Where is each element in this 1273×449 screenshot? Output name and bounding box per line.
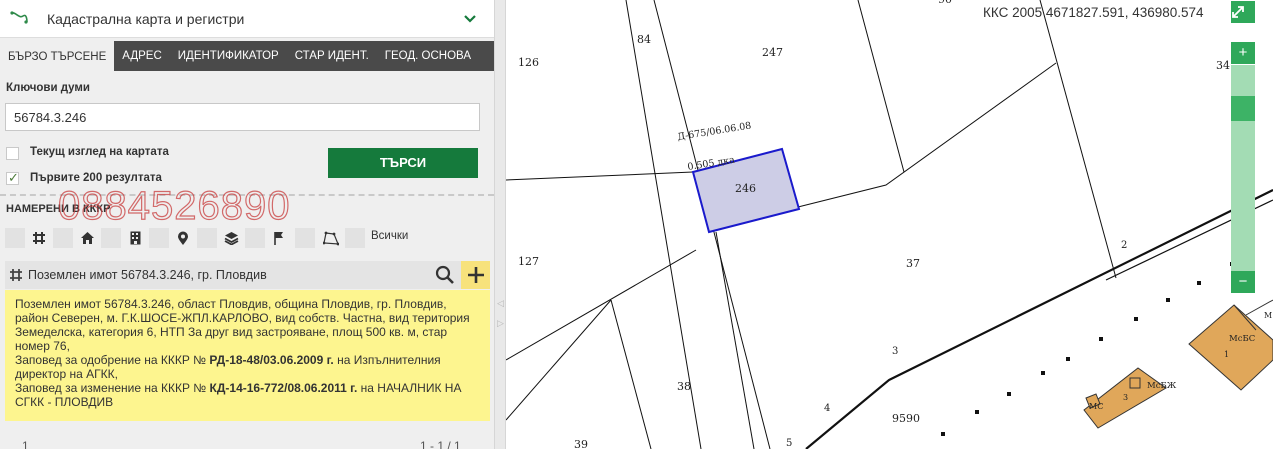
change-prefix: Заповед за изменение на КККР № (15, 381, 207, 395)
result-item-header[interactable]: Поземлен имот 56784.3.246, гр. Пловдив (5, 261, 490, 289)
map-label: 90 (938, 0, 952, 6)
layers-icon[interactable] (221, 228, 241, 248)
map-label: 4 (824, 403, 830, 414)
first-200-checkbox[interactable]: ✓ (6, 170, 19, 185)
parcel-description: Поземлен имот 56784.3.246, област Пловди… (15, 297, 470, 353)
grid-icon (10, 269, 22, 281)
flag-icon[interactable] (269, 228, 289, 248)
plus-icon (467, 267, 484, 283)
filter-toggle[interactable] (295, 228, 315, 248)
filter-all-label[interactable]: Всички (371, 230, 408, 242)
collapse-left-icon[interactable]: ◁ (497, 298, 504, 309)
result-details-card: Поземлен имот 56784.3.246, област Пловди… (5, 290, 490, 421)
map-label: 3 (1123, 393, 1128, 402)
filter-toggle[interactable] (53, 228, 73, 248)
expand-right-icon[interactable]: ▷ (497, 318, 504, 329)
pager-range: 1 - 1 / 1 (420, 439, 461, 449)
map-canvas[interactable]: 90 84 247 126 34 246 127 37 2 3 38 4 959… (506, 0, 1273, 449)
pager-page[interactable]: 1 (22, 439, 29, 449)
zoom-slider-thumb[interactable] (1231, 96, 1255, 121)
current-view-checkbox[interactable] (6, 147, 19, 160)
approval-prefix: Заповед за одобрение на КККР № (15, 353, 207, 367)
first-200-label: Първите 200 резултата (30, 172, 162, 184)
map-label: МС (1089, 402, 1103, 411)
map-label: 127 (518, 255, 539, 268)
map-label: 2 (1121, 240, 1127, 251)
zoom-out-button[interactable]: − (1231, 271, 1255, 293)
tab-geodetic-base[interactable]: ГЕОД. ОСНОВА (377, 41, 479, 71)
map-label: МсБЖ (1147, 381, 1177, 391)
layer-title: Кадастрална карта и регистри (47, 11, 245, 27)
layer-header[interactable]: Кадастрална карта и регистри (0, 0, 494, 38)
add-result-button[interactable] (461, 261, 490, 289)
tab-identifier[interactable]: ИДЕНТИФИКАТОР (170, 41, 287, 71)
search-button[interactable]: ТЪРСИ (328, 148, 478, 178)
fullscreen-button[interactable] (1231, 1, 1255, 23)
tab-quick-search[interactable]: БЪРЗО ТЪРСЕНЕ (0, 41, 115, 71)
zoom-to-result-button[interactable] (430, 261, 460, 289)
map-label: 84 (637, 33, 651, 46)
building-icon[interactable] (77, 228, 97, 248)
filter-toggle[interactable] (197, 228, 217, 248)
filter-toggle[interactable] (345, 228, 365, 248)
expand-icon (1232, 6, 1244, 18)
filter-toggle[interactable] (101, 228, 121, 248)
polygon-icon[interactable] (321, 228, 341, 248)
map-label: Д-675/06.06.08 (677, 120, 752, 143)
layer-route-icon (10, 11, 28, 24)
map-label: 3 (892, 346, 898, 357)
apartment-icon[interactable] (125, 228, 145, 248)
building-polygon[interactable] (1188, 304, 1273, 391)
map-label: 1 (1224, 350, 1229, 359)
pin-icon[interactable] (173, 228, 193, 248)
tab-address[interactable]: АДРЕС (114, 41, 170, 71)
map-label: 9590 (892, 412, 920, 425)
map-label: 5 (786, 438, 792, 449)
map-label: 39 (574, 438, 588, 449)
filter-toggle[interactable] (5, 228, 25, 248)
phone-watermark: 0884526890 (57, 183, 291, 228)
map-label: 126 (518, 56, 539, 69)
checkmark-icon: ✓ (8, 170, 19, 185)
search-tabs: БЪРЗО ТЪРСЕНЕ АДРЕС ИДЕНТИФИКАТОР СТАР И… (0, 41, 494, 71)
result-item-title[interactable]: Поземлен имот 56784.3.246, гр. Пловдив (28, 268, 267, 282)
tab-old-identifier[interactable]: СТАР ИДЕНТ. (287, 41, 377, 71)
keywords-label: Ключови думи (6, 82, 91, 94)
coordinates-readout: ККС 2005 4671827.591, 436980.574 (983, 5, 1204, 20)
grid-icon[interactable] (29, 228, 49, 248)
change-order-number: КД-14-16-772/08.06.2011 г. (209, 381, 358, 395)
chevron-down-icon[interactable] (462, 10, 478, 26)
cadastral-map[interactable]: 90 84 247 126 34 246 127 37 2 3 38 4 959… (506, 0, 1273, 449)
current-view-label: Текущ изглед на картата (30, 146, 169, 158)
map-label: М (1264, 311, 1272, 320)
approval-order-number: РД-18-48/03.06.2009 г. (209, 353, 334, 367)
search-icon (435, 265, 454, 284)
map-label: 247 (762, 46, 783, 59)
map-label: 38 (677, 380, 691, 393)
filter-toggle[interactable] (149, 228, 169, 248)
map-label: МсБС (1229, 334, 1255, 344)
keywords-input[interactable] (5, 103, 480, 131)
sidebar-collapse-handle[interactable]: ◁ ▷ (494, 0, 506, 449)
map-label: 246 (735, 182, 756, 195)
zoom-in-button[interactable]: + (1231, 42, 1255, 64)
map-label: 37 (906, 257, 920, 270)
filter-toggle[interactable] (245, 228, 265, 248)
map-label: 34 (1216, 59, 1230, 72)
sidebar: Кадастрална карта и регистри БЪРЗО ТЪРСЕ… (0, 0, 494, 449)
